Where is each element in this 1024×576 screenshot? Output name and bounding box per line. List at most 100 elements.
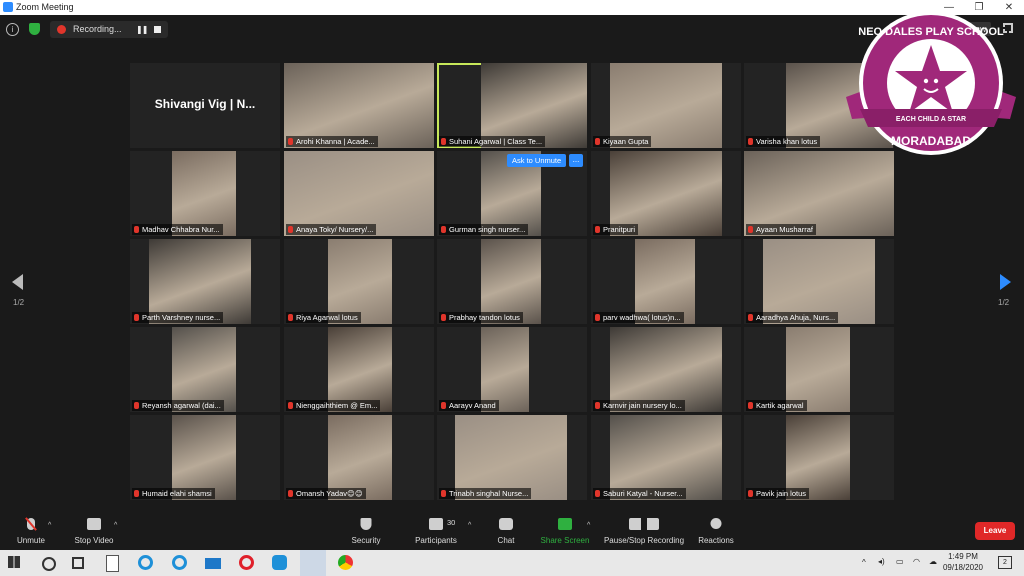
mic-muted-icon: [441, 138, 446, 145]
reactions-smiley-icon: [710, 518, 722, 529]
previous-page-arrow-icon[interactable]: [12, 274, 23, 290]
wifi-icon[interactable]: ◠: [913, 557, 920, 566]
encryption-shield-icon[interactable]: [29, 23, 40, 35]
share-screen-button[interactable]: Share Screen: [537, 506, 593, 550]
mic-muted-icon: [595, 138, 600, 145]
participant-name-label: Pavik jain lotus: [746, 488, 810, 499]
mic-muted-icon: [288, 138, 293, 145]
participant-tile[interactable]: Pavik jain lotus: [744, 415, 894, 500]
audio-options-caret-icon[interactable]: ^: [48, 522, 51, 529]
participant-tile[interactable]: Trinabh singhal Nurse...: [437, 415, 587, 500]
file-icon[interactable]: [106, 555, 119, 572]
mail-icon[interactable]: [205, 558, 221, 569]
zoom-taskbar-icon[interactable]: [300, 550, 326, 576]
info-icon[interactable]: i: [6, 23, 19, 36]
clock-date[interactable]: 09/18/2020: [942, 563, 984, 572]
video-options-caret-icon[interactable]: ^: [114, 522, 117, 529]
participant-tile[interactable]: Aaradhya Ahuja, Nurs...: [744, 239, 894, 324]
mic-muted-icon: [441, 314, 446, 321]
next-page-arrow-icon[interactable]: [1000, 274, 1011, 290]
mic-muted-icon: [748, 490, 753, 497]
notifications-icon[interactable]: 2: [998, 556, 1012, 569]
security-button[interactable]: Security: [340, 506, 392, 550]
pause-stop-recording-button[interactable]: Pause/Stop Recording: [600, 506, 688, 550]
participant-tile[interactable]: Anaya Toky/ Nursery/...: [284, 151, 434, 236]
participants-button[interactable]: 30 Participants: [408, 506, 464, 550]
participant-tile[interactable]: Kartik agarwal: [744, 327, 894, 412]
participant-tile[interactable]: Arohi Khanna | Acade...: [284, 63, 434, 148]
stop-recording-icon[interactable]: [154, 26, 161, 33]
participant-name-label: Kartik agarwal: [746, 400, 807, 411]
participant-name-label: Ayaan Musharraf: [746, 224, 816, 235]
participant-tile[interactable]: Karnvir jain nursery lo...: [591, 327, 741, 412]
security-label: Security: [351, 536, 381, 545]
share-options-caret-icon[interactable]: ^: [587, 522, 590, 529]
participant-name: Saburi Katyal - Nurser...: [603, 489, 683, 498]
clock-time[interactable]: 1:49 PM: [946, 552, 980, 561]
participants-label: Participants: [415, 536, 457, 545]
logo-bottom-text: MORADABAD: [891, 134, 971, 148]
search-icon[interactable]: [42, 557, 56, 571]
participant-name-label: Suhani Agarwal | Class Te...: [439, 136, 546, 147]
participant-tile[interactable]: Aarayv Anand: [437, 327, 587, 412]
zoom-app-icon: [3, 2, 13, 12]
mic-muted-icon: [441, 226, 446, 233]
cloud-icon[interactable]: ☁: [929, 557, 937, 566]
chat-button[interactable]: Chat: [484, 506, 528, 550]
participant-tile[interactable]: Kiyaan Gupta: [591, 63, 741, 148]
skype-icon[interactable]: [272, 555, 287, 570]
participant-name-label: Karnvir jain nursery lo...: [593, 400, 685, 411]
participant-name: Ayaan Musharraf: [756, 225, 813, 234]
leave-button[interactable]: Leave: [975, 522, 1015, 540]
school-logo: NEO DALES PLAY SCHOOL EACH CHILD A STAR …: [846, 11, 1016, 155]
participant-name-label: Prabhay tandon lotus: [439, 312, 523, 323]
participant-tile[interactable]: Madhav Chhabra Nur...: [130, 151, 280, 236]
participant-tile[interactable]: Humaid elahi shamsi: [130, 415, 280, 500]
more-options-button[interactable]: ...: [569, 154, 583, 167]
participant-tile[interactable]: Riya Agarwal lotus: [284, 239, 434, 324]
tray-chevron-icon[interactable]: ^: [862, 558, 866, 567]
participant-tile[interactable]: Parth Varshney nurse...: [130, 239, 280, 324]
participant-name-label: Humaid elahi shamsi: [132, 488, 215, 499]
participant-name: Arohi Khanna | Acade...: [296, 137, 375, 146]
task-view-icon[interactable]: [72, 557, 84, 569]
participant-name-label: Reyansh agarwal (dai...: [132, 400, 224, 411]
mic-muted-icon: [595, 402, 600, 409]
participant-name: Pranitpuri: [603, 225, 636, 234]
participant-name-label: Nienggaihthiem @ Em...: [286, 400, 381, 411]
windows-start-icon[interactable]: [8, 556, 20, 568]
participant-name: Parth Varshney nurse...: [142, 313, 221, 322]
participant-name: Gurman singh nurser...: [449, 225, 526, 234]
mic-muted-icon: [134, 226, 139, 233]
volume-icon[interactable]: ◂): [878, 557, 885, 566]
participant-tile[interactable]: Saburi Katyal - Nurser...: [591, 415, 741, 500]
mic-muted-icon: [748, 402, 753, 409]
participant-tile[interactable]: Prabhay tandon lotus: [437, 239, 587, 324]
chat-label: Chat: [497, 536, 515, 545]
participant-tile[interactable]: Reyansh agarwal (dai...: [130, 327, 280, 412]
participant-tile[interactable]: Pranitpuri: [591, 151, 741, 236]
share-screen-label: Share Screen: [540, 536, 590, 545]
pause-recording-icon[interactable]: ❚❚: [136, 25, 148, 34]
edge-browser-icon[interactable]: [172, 555, 187, 570]
participant-tile[interactable]: Suhani Agarwal | Class Te...: [437, 63, 587, 148]
participant-name-label: parv wadhwa( lotus)n...: [593, 312, 684, 323]
participant-name-label: Omansh Yadav😊😊: [286, 488, 366, 499]
internet-explorer-icon[interactable]: [138, 555, 153, 570]
participant-name-label: Aaradhya Ahuja, Nurs...: [746, 312, 839, 323]
chrome-icon[interactable]: [338, 555, 353, 570]
participant-tile[interactable]: Omansh Yadav😊😊: [284, 415, 434, 500]
participants-caret-icon[interactable]: ^: [468, 522, 471, 529]
battery-icon[interactable]: ▭: [896, 557, 904, 566]
mic-muted-icon: [748, 138, 753, 145]
participant-name: Pavik jain lotus: [756, 489, 807, 498]
page-indicator-left: 1/2: [13, 298, 25, 307]
participant-tile[interactable]: Nienggaihthiem @ Em...: [284, 327, 434, 412]
participant-tile[interactable]: parv wadhwa( lotus)n...: [591, 239, 741, 324]
reactions-button[interactable]: Reactions: [694, 506, 738, 550]
participant-name: Madhav Chhabra Nur...: [142, 225, 220, 234]
opera-icon[interactable]: [239, 555, 254, 570]
ask-to-unmute-button[interactable]: Ask to Unmute: [507, 154, 567, 167]
mic-muted-icon: [441, 402, 446, 409]
participant-name: Aarayv Anand: [449, 401, 496, 410]
